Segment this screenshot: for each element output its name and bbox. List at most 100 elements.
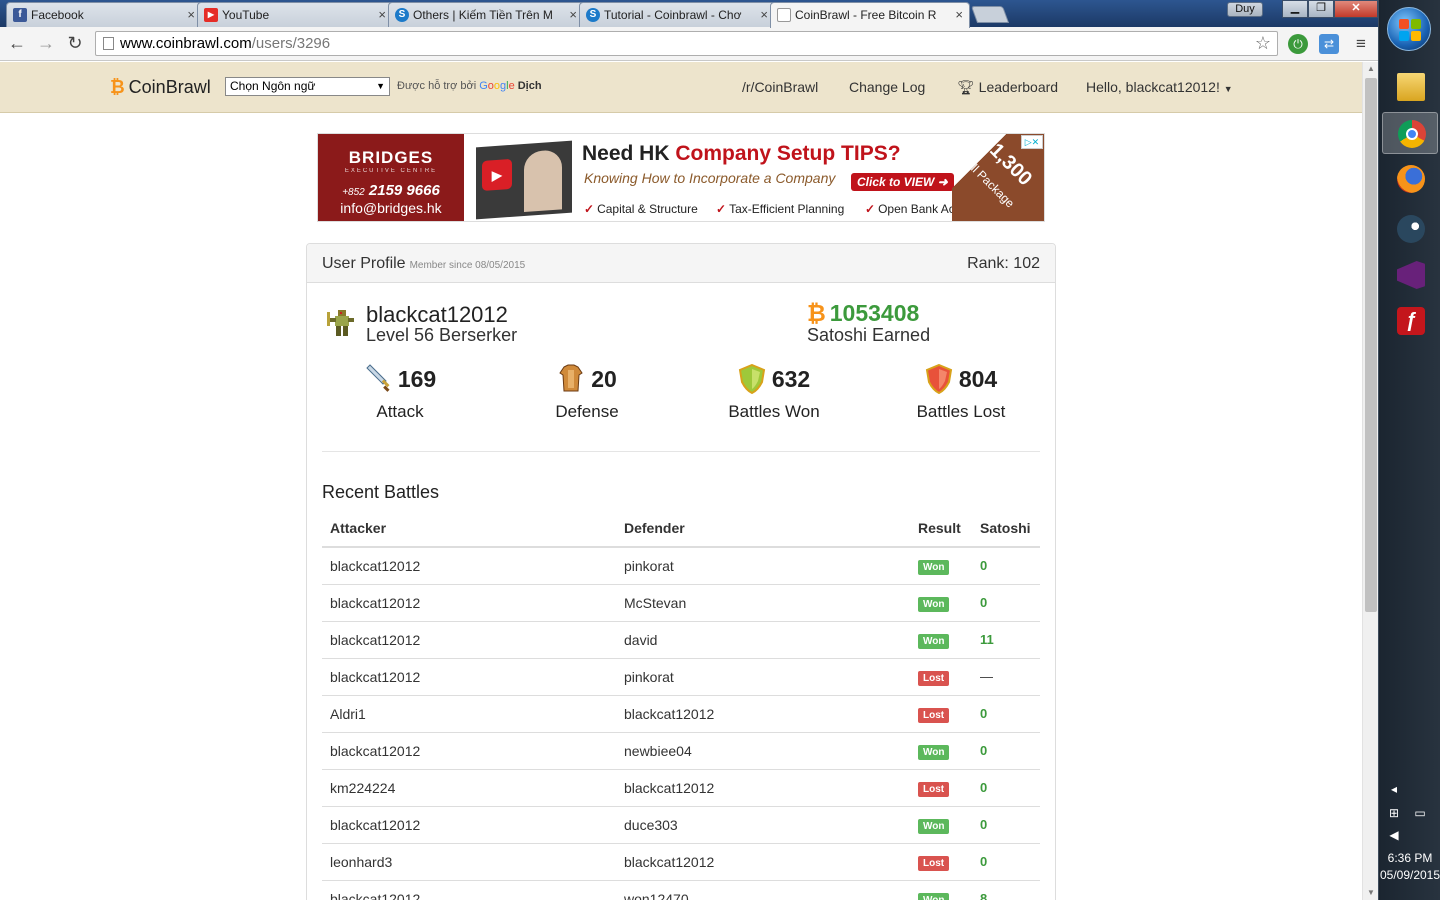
scroll-down-icon[interactable]: ▼: [1363, 886, 1378, 900]
table-row: blackcat12012won12470 Won 8: [322, 879, 1040, 900]
result-badge: Lost: [918, 781, 950, 797]
column-header-satoshi: Satoshi: [972, 509, 1040, 548]
ad-video-thumbnail: ▶: [476, 140, 572, 220]
defender-cell: duce303: [616, 805, 910, 843]
tab-others[interactable]: S Others | Kiếm Tiền Trên M ×: [388, 2, 584, 27]
ad-banner[interactable]: BRIDGES EXECUTIVE CENTRE +852 2159 9666 …: [317, 133, 1045, 222]
sync-extension-icon[interactable]: ⇄: [1319, 34, 1339, 54]
taskbar-explorer[interactable]: [1382, 66, 1438, 108]
scrollbar-thumb[interactable]: [1365, 78, 1377, 612]
volume-icon[interactable]: ◀: [1387, 828, 1401, 842]
tab-close-icon[interactable]: ×: [760, 7, 768, 22]
nav-reddit-link[interactable]: /r/CoinBrawl: [742, 79, 818, 95]
taskbar-firefox[interactable]: [1382, 158, 1438, 200]
browser-toolbar: ← → ↻ www.coinbrawl.com/users/3296 ☆ ⏻ ⇄…: [0, 27, 1378, 61]
maximize-button[interactable]: ❐: [1308, 0, 1334, 18]
taskbar-steam[interactable]: [1382, 208, 1438, 250]
adchoices-icon[interactable]: ▷✕: [1021, 135, 1043, 149]
back-button[interactable]: ←: [5, 32, 29, 56]
minimize-button[interactable]: ▁: [1282, 0, 1308, 18]
tab-youtube[interactable]: ▶ YouTube ×: [197, 2, 393, 27]
nav-leaderboard-link[interactable]: 🏆︎ Leaderboard: [957, 79, 1058, 96]
ad-contact-panel: BRIDGES EXECUTIVE CENTRE +852 2159 9666 …: [318, 134, 464, 221]
url-path: /users/3296: [251, 35, 331, 52]
satoshi-cell: 11: [972, 620, 1040, 658]
windows-icon[interactable]: ⊞: [1387, 806, 1401, 820]
result-cell: Won: [910, 546, 972, 584]
ad-cta-button[interactable]: Click to VIEW ➜: [851, 173, 954, 191]
defender-cell: McStevan: [616, 583, 910, 621]
play-icon: ▶: [482, 158, 512, 191]
checkmark-icon: ✓: [865, 202, 876, 216]
tab-facebook[interactable]: f Facebook ×: [6, 2, 202, 27]
ad-brand: BRIDGES: [348, 148, 434, 167]
result-badge: Won: [918, 892, 950, 900]
url-host: www.coinbrawl.com: [120, 35, 252, 52]
result-badge: Lost: [918, 707, 950, 723]
table-row: blackcat12012 pinkorat Won 0: [322, 546, 1040, 584]
tab-tutorial[interactable]: S Tutorial - Coinbrawl - Chơ ×: [579, 2, 775, 27]
table-row: blackcat12012 McStevan Won 0: [322, 583, 1040, 621]
google-logo: Google: [479, 80, 515, 92]
user-greeting: Hello, blackcat12012!: [1086, 79, 1220, 95]
attacker-cell: leonhard3: [322, 842, 616, 880]
ad-feature: ✓ Capital & Structure: [584, 202, 698, 216]
defender-cell: newbiee04: [616, 731, 910, 769]
youtube-icon: ▶: [204, 8, 218, 22]
stat-battles-lost: 804 Battles Lost: [886, 362, 1036, 422]
stat-value: 20: [591, 365, 617, 392]
attacker-cell: blackcat12012: [322, 657, 616, 695]
new-tab-button[interactable]: [970, 6, 1010, 23]
close-button[interactable]: ✕: [1334, 0, 1378, 18]
tab-title: Facebook: [31, 8, 84, 22]
column-header-attacker: Attacker: [322, 509, 616, 548]
satoshi-earned-label: Satoshi Earned: [807, 325, 931, 345]
profile-badge[interactable]: Duy: [1227, 2, 1263, 17]
checkmark-icon: ✓: [716, 202, 727, 216]
taskbar-visual-studio[interactable]: [1382, 254, 1438, 296]
steam-icon: [1397, 215, 1425, 243]
result-cell: Lost: [910, 694, 972, 732]
column-header-result: Result: [910, 509, 972, 548]
stat-label: Defense: [555, 402, 619, 421]
ad-phone: +852 2159 9666: [342, 182, 440, 199]
satoshi-cell: 0: [972, 694, 1040, 732]
nav-changelog-link[interactable]: Change Log: [849, 79, 925, 95]
armor-icon: [559, 364, 583, 392]
page-scrollbar[interactable]: ▲ ▼: [1362, 62, 1378, 900]
start-button[interactable]: [1387, 7, 1431, 51]
tab-close-icon[interactable]: ×: [378, 7, 386, 22]
chrome-menu-icon[interactable]: ≡: [1352, 35, 1370, 53]
ad-person-image: [524, 149, 562, 212]
scroll-up-icon[interactable]: ▲: [1363, 62, 1378, 76]
brand-link[interactable]: ₿ CoinBrawl: [110, 77, 211, 98]
brand-name: CoinBrawl: [128, 77, 211, 97]
clock-time[interactable]: 6:36 PM: [1379, 851, 1440, 865]
tab-close-icon[interactable]: ×: [569, 7, 577, 22]
translate-link[interactable]: Dịch: [518, 80, 542, 92]
chrome-icon: [1398, 120, 1426, 148]
network-icon[interactable]: ▭: [1413, 806, 1427, 820]
satoshi-earned-value: ₿ 1053408: [807, 300, 920, 326]
reload-button[interactable]: ↻: [63, 32, 87, 56]
tab-coinbrawl[interactable]: CoinBrawl - Free Bitcoin R ×: [770, 2, 970, 28]
show-hidden-icons[interactable]: ◂: [1387, 782, 1401, 796]
result-cell: Lost: [910, 657, 972, 695]
address-bar[interactable]: www.coinbrawl.com/users/3296 ☆: [95, 31, 1278, 56]
taskbar-chrome[interactable]: [1382, 112, 1438, 154]
result-cell: Won: [910, 583, 972, 621]
satoshi-cell: 0: [972, 546, 1040, 584]
tab-close-icon[interactable]: ×: [187, 7, 195, 22]
forward-button[interactable]: →: [34, 32, 58, 56]
battle-rows: blackcat12012 pinkorat Won 0 blackcat12012 Mc…: [322, 546, 1040, 900]
panel-title-text: User Profile: [322, 255, 406, 272]
bookmark-star-icon[interactable]: ☆: [1255, 32, 1271, 55]
column-header-defender: Defender: [616, 509, 910, 548]
clock-date[interactable]: 05/09/2015: [1379, 868, 1440, 882]
user-menu-dropdown[interactable]: Hello, blackcat12012! ▼: [1086, 79, 1233, 95]
taskbar-flash[interactable]: ƒ: [1382, 300, 1438, 342]
extension-icon[interactable]: ⏻: [1288, 34, 1308, 54]
tab-title: Others | Kiếm Tiền Trên M: [413, 8, 553, 22]
language-select[interactable]: Chọn Ngôn ngữ ▼: [225, 77, 390, 96]
tab-close-icon[interactable]: ×: [955, 7, 963, 22]
